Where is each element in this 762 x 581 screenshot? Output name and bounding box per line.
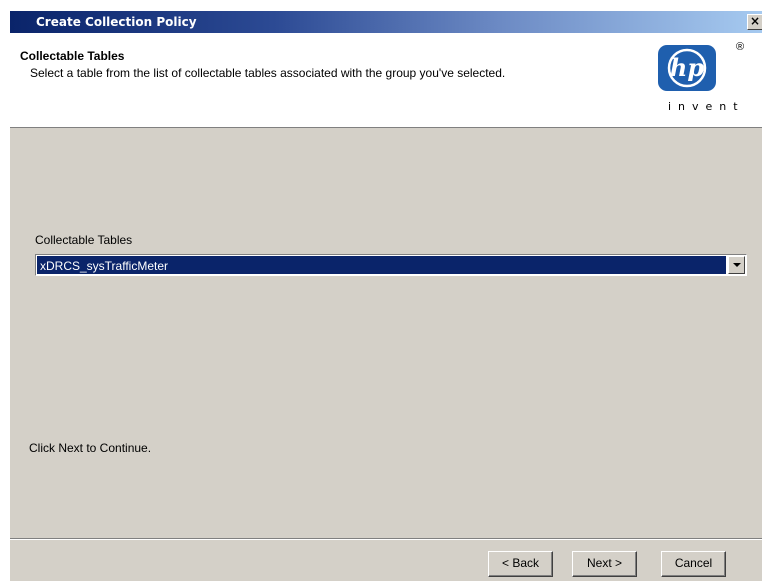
wizard-header: Collectable Tables Select a table from t… xyxy=(10,33,762,128)
hp-logo: hp ® invent xyxy=(648,41,762,131)
next-button[interactable]: Next > xyxy=(572,551,637,577)
hp-logo-text: hp xyxy=(670,53,704,82)
page-title: Collectable Tables xyxy=(20,49,125,63)
back-button[interactable]: < Back xyxy=(488,551,553,577)
close-icon[interactable]: × xyxy=(747,14,762,30)
selected-table-value[interactable]: xDRCS_sysTrafficMeter xyxy=(37,256,726,274)
page-subtitle: Select a table from the list of collecta… xyxy=(30,66,506,80)
title-bar[interactable]: Create Collection Policy × xyxy=(10,11,762,33)
logo-tagline: invent xyxy=(668,100,745,113)
chevron-down-icon xyxy=(733,263,741,267)
wizard-content: Collectable Tables xDRCS_sysTrafficMeter… xyxy=(10,128,762,539)
dialog-window: Create Collection Policy × Collectable T… xyxy=(9,10,762,581)
cancel-button[interactable]: Cancel xyxy=(661,551,726,577)
collectable-tables-select[interactable]: xDRCS_sysTrafficMeter xyxy=(35,254,747,276)
registered-mark: ® xyxy=(736,41,745,53)
dropdown-button[interactable] xyxy=(728,256,745,274)
continue-hint: Click Next to Continue. xyxy=(29,441,152,455)
hp-logo-badge: hp xyxy=(658,45,716,91)
window-title: Create Collection Policy xyxy=(36,15,197,29)
hp-logo-mark: hp xyxy=(667,48,707,88)
button-divider xyxy=(10,538,762,540)
collectable-tables-label: Collectable Tables xyxy=(35,233,133,247)
